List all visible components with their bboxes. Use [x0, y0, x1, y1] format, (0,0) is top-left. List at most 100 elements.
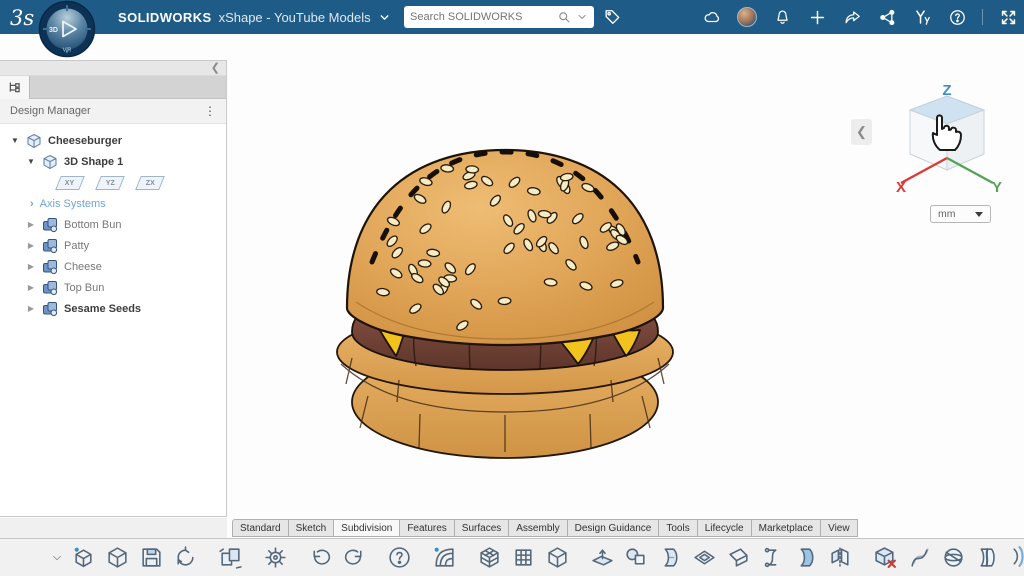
expander-closed-icon[interactable]: ▶: [26, 304, 36, 313]
tree-node-cheese[interactable]: ▶ Cheese: [0, 256, 226, 277]
tab-sketch[interactable]: Sketch: [289, 519, 335, 537]
units-value: mm: [938, 208, 956, 220]
avatar[interactable]: [737, 7, 757, 27]
expander-closed-icon[interactable]: ▶: [26, 241, 36, 250]
tree-node-bottom-bun[interactable]: ▶ Bottom Bun: [0, 214, 226, 235]
panel-collapse-button[interactable]: ❮: [211, 61, 220, 76]
units-dropdown[interactable]: mm: [930, 205, 991, 223]
new-3d-shape-button[interactable]: [68, 542, 99, 573]
collapse-toolbar-button[interactable]: [50, 542, 64, 573]
expander-closed-icon[interactable]: ▶: [26, 262, 36, 271]
expander-closed-icon[interactable]: ▶: [26, 283, 36, 292]
tab-tools[interactable]: Tools: [659, 519, 697, 537]
viewcube-collapse-button[interactable]: ❮: [851, 119, 872, 145]
share-arrow-icon[interactable]: [842, 7, 862, 27]
app-title: xShape - YouTube Models: [219, 10, 371, 25]
expander-open-icon[interactable]: ▼: [10, 136, 20, 145]
search-bar[interactable]: [404, 6, 594, 28]
open-shape-button[interactable]: [102, 542, 133, 573]
help-icon[interactable]: [947, 7, 967, 27]
shape-icon: [42, 154, 58, 170]
3dexperience-compass[interactable]: 3D V,R: [38, 0, 96, 58]
tree-node-axis-systems[interactable]: › Axis Systems: [0, 193, 226, 214]
search-icon[interactable]: [557, 10, 572, 25]
split-face-button[interactable]: [972, 542, 1003, 573]
search-scope-chevron-icon[interactable]: [576, 11, 588, 23]
tab-standard[interactable]: Standard: [232, 519, 289, 537]
tab-design-manager[interactable]: [0, 76, 30, 99]
x-axis-label: X: [896, 179, 906, 196]
redo-button[interactable]: [339, 542, 370, 573]
application-window: 3s SOLIDWORKS xShape - YouTube Models: [0, 0, 1024, 576]
z-axis-label: Z: [942, 84, 951, 99]
tab-design-guidance[interactable]: Design Guidance: [568, 519, 660, 537]
subdivision-body-icon: [42, 301, 58, 317]
chevron-down-icon[interactable]: [378, 11, 391, 24]
chevron-right-icon: ›: [30, 198, 34, 210]
symmetry-button[interactable]: [825, 542, 856, 573]
expander-open-icon[interactable]: ▼: [26, 157, 36, 166]
plane-yz[interactable]: YZ: [95, 176, 125, 190]
y-axis: [947, 158, 993, 183]
bridge-faces-button[interactable]: [757, 542, 788, 573]
3ds-logo[interactable]: 3s: [8, 2, 38, 32]
compass-vr-label: V,R: [63, 48, 72, 54]
panel-menu-icon[interactable]: ⋮: [204, 104, 216, 118]
tab-features[interactable]: Features: [400, 519, 454, 537]
fullscreen-icon[interactable]: [998, 7, 1018, 27]
action-toolbar: [0, 538, 1024, 576]
tree-node-root[interactable]: ▼ Cheeseburger: [0, 130, 226, 151]
subdivision-box-button[interactable]: [474, 542, 505, 573]
view-cube[interactable]: X Y Z: [889, 84, 1005, 204]
sync-refresh-button[interactable]: [170, 542, 201, 573]
sketch-grid-button[interactable]: [429, 542, 460, 573]
add-plus-icon[interactable]: [807, 7, 827, 27]
tag-icon[interactable]: [602, 7, 622, 27]
tab-surfaces[interactable]: Surfaces: [455, 519, 509, 537]
panel-strip: ❮: [0, 61, 226, 76]
compass-3d-label: 3D: [49, 27, 58, 34]
tab-assembly[interactable]: Assembly: [509, 519, 567, 537]
undo-button[interactable]: [305, 542, 336, 573]
save-button[interactable]: [136, 542, 167, 573]
tree-node-sesame-seeds[interactable]: ▶ Sesame Seeds: [0, 298, 226, 319]
tree-node-3d-shape[interactable]: ▼ 3D Shape 1: [0, 151, 226, 172]
search-input[interactable]: [410, 11, 553, 23]
project-sphere-button[interactable]: [938, 542, 969, 573]
subdivision-body-icon: [42, 238, 58, 254]
share-nodes-icon[interactable]: [877, 7, 897, 27]
extrude-cage-button[interactable]: [542, 542, 573, 573]
feature-tree: ▼ Cheeseburger ▼ 3D Shape 1 XY YZ ZX › A…: [0, 124, 226, 319]
tree-node-top-bun[interactable]: ▶ Top Bun: [0, 277, 226, 298]
sweep-curve-button[interactable]: [904, 542, 935, 573]
community-icon[interactable]: [912, 7, 932, 27]
tree-icon: [7, 80, 22, 95]
thicken-surface-button[interactable]: [1006, 542, 1024, 573]
tab-marketplace[interactable]: Marketplace: [752, 519, 821, 537]
crease-edge-button[interactable]: [723, 542, 754, 573]
tab-lifecycle[interactable]: Lifecycle: [698, 519, 752, 537]
primitives-button[interactable]: [621, 542, 652, 573]
tree-node-patty[interactable]: ▶ Patty: [0, 235, 226, 256]
plane-xy[interactable]: XY: [55, 176, 85, 190]
tab-view[interactable]: View: [821, 519, 858, 537]
subdivision-body-icon: [42, 280, 58, 296]
surface-patch-button[interactable]: [791, 542, 822, 573]
design-manager-panel: ❮ Design Manager ⋮ ▼ Cheeseburger ▼ 3D S…: [0, 60, 227, 517]
notifications-bell-icon[interactable]: [772, 7, 792, 27]
import-export-button[interactable]: [215, 542, 246, 573]
mesh-grid-button[interactable]: [508, 542, 539, 573]
plane-zx[interactable]: ZX: [135, 176, 165, 190]
status-strip: [0, 518, 227, 538]
svg-text:3s: 3s: [10, 6, 34, 30]
raise-face-button[interactable]: [587, 542, 618, 573]
delete-face-button[interactable]: [870, 542, 901, 573]
bend-surface-button[interactable]: [655, 542, 686, 573]
tab-subdivision[interactable]: Subdivision: [334, 519, 400, 537]
cloud-icon[interactable]: [702, 7, 722, 27]
help-button[interactable]: [384, 542, 415, 573]
part-icon: [26, 133, 42, 149]
settings-button[interactable]: [260, 542, 291, 573]
expander-closed-icon[interactable]: ▶: [26, 220, 36, 229]
offset-frame-button[interactable]: [689, 542, 720, 573]
